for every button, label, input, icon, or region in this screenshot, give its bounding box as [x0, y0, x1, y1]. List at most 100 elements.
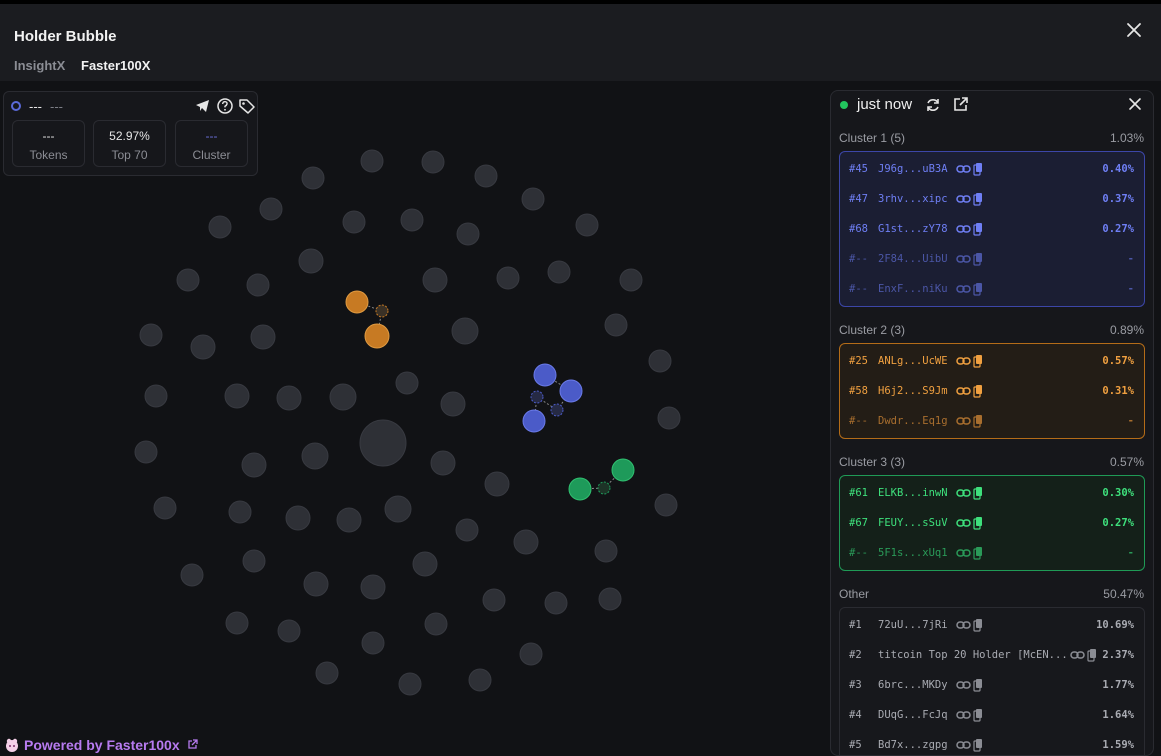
link-icon[interactable]	[956, 711, 971, 719]
holder-percent: 10.69%	[1096, 619, 1134, 631]
holder-address[interactable]: Dwdr...Eq1g	[878, 415, 948, 427]
holder-address[interactable]: ANLg...UcWE	[878, 355, 948, 367]
row-actions	[956, 385, 982, 398]
copy-icon[interactable]	[973, 487, 982, 500]
close-icon[interactable]	[1124, 20, 1144, 40]
holder-color-dot	[11, 101, 21, 111]
holder-address[interactable]: EnxF...niKu	[878, 283, 948, 295]
holder-percent: 0.31%	[1102, 385, 1134, 397]
holder-percent: -	[1127, 283, 1134, 295]
copy-icon[interactable]	[973, 385, 982, 398]
link-icon[interactable]	[956, 387, 971, 395]
holder-address[interactable]: 2F84...UibU	[878, 253, 948, 265]
holder-address[interactable]: ELKB...inwN	[878, 487, 948, 499]
holder-rank: #67	[849, 517, 868, 529]
holder-address[interactable]: titcoin Top 20 Holder [McEN...	[878, 649, 1068, 661]
copy-icon[interactable]	[973, 547, 982, 560]
holder-row[interactable]: #68 G1st...zY78 0.27%	[840, 214, 1144, 244]
holder-address[interactable]: FEUY...sSuV	[878, 517, 948, 529]
holder-row[interactable]: #5 Bd7x...zgpg 1.59%	[840, 730, 1144, 755]
holder-row[interactable]: #47 3rhv...xipc 0.37%	[840, 184, 1144, 214]
stat-tokens-label: Tokens	[29, 148, 68, 162]
holder-row[interactable]: #4 DUqG...FcJq 1.64%	[840, 700, 1144, 730]
holder-percent: 0.37%	[1102, 193, 1134, 205]
link-icon[interactable]	[956, 489, 971, 497]
holder-address[interactable]: Bd7x...zgpg	[878, 739, 948, 751]
holder-address[interactable]: H6j2...S9Jm	[878, 385, 948, 397]
holder-row[interactable]: #25 ANLg...UcWE 0.57%	[840, 346, 1144, 376]
holder-row[interactable]: #-- EnxF...niKu -	[840, 274, 1144, 304]
link-icon[interactable]	[956, 621, 971, 629]
stat-cluster: --- Cluster	[175, 120, 248, 167]
holder-address[interactable]: 5F1s...xUq1	[878, 547, 948, 559]
link-icon[interactable]	[956, 741, 971, 749]
refresh-icon[interactable]	[925, 97, 941, 113]
external-link-icon[interactable]	[952, 96, 969, 113]
link-icon[interactable]	[956, 417, 971, 425]
modal-header: Holder Bubble InsightX Faster100X	[0, 4, 1161, 81]
copy-icon[interactable]	[973, 739, 982, 752]
link-icon[interactable]	[956, 519, 971, 527]
cluster-3-box: #61 ELKB...inwN 0.30% #67 FEUY...sSuV 0.27% #-…	[839, 475, 1145, 571]
copy-icon[interactable]	[973, 193, 982, 206]
link-icon[interactable]	[956, 357, 971, 365]
external-link-icon[interactable]	[187, 739, 198, 750]
tab-insightx[interactable]: InsightX	[14, 58, 65, 73]
holder-percent: 0.30%	[1102, 487, 1134, 499]
copy-icon[interactable]	[973, 355, 982, 368]
copy-icon[interactable]	[973, 619, 982, 632]
holder-address[interactable]: G1st...zY78	[878, 223, 948, 235]
holder-percent: -	[1127, 415, 1134, 427]
holder-address[interactable]: 6brc...MKDy	[878, 679, 948, 691]
powered-prefix: Powered by	[24, 737, 107, 753]
modal-title: Holder Bubble	[14, 28, 117, 45]
cluster-1-box: #45 J96g...uB3A 0.40% #47 3rhv...xipc 0.37% #6…	[839, 151, 1145, 307]
help-icon[interactable]	[217, 98, 233, 114]
holder-address[interactable]: 72uU...7jRi	[878, 619, 948, 631]
holder-row[interactable]: #-- 2F84...UibU -	[840, 244, 1144, 274]
tag-icon[interactable]	[239, 99, 255, 114]
link-icon[interactable]	[1070, 651, 1085, 659]
holder-row[interactable]: #3 6brc...MKDy 1.77%	[840, 670, 1144, 700]
tab-faster100x[interactable]: Faster100X	[81, 58, 150, 73]
link-icon[interactable]	[956, 549, 971, 557]
holder-row[interactable]: #-- 5F1s...xUq1 -	[840, 538, 1144, 568]
holder-address[interactable]: DUqG...FcJq	[878, 709, 948, 721]
link-icon[interactable]	[956, 195, 971, 203]
holder-row[interactable]: #-- Dwdr...Eq1g -	[840, 406, 1144, 436]
copy-icon[interactable]	[973, 679, 982, 692]
link-icon[interactable]	[956, 255, 971, 263]
copy-icon[interactable]	[973, 253, 982, 266]
copy-icon[interactable]	[973, 709, 982, 722]
holder-address[interactable]: J96g...uB3A	[878, 163, 948, 175]
link-icon[interactable]	[956, 285, 971, 293]
holder-row[interactable]: #58 H6j2...S9Jm 0.31%	[840, 376, 1144, 406]
cluster-title: Cluster 1 (5)	[839, 131, 906, 145]
copy-icon[interactable]	[973, 283, 982, 296]
holder-rank: #3	[849, 679, 862, 691]
holder-row[interactable]: #2 titcoin Top 20 Holder [McEN... 2.37%	[840, 640, 1144, 670]
link-icon[interactable]	[956, 225, 971, 233]
holder-row[interactable]: #1 72uU...7jRi 10.69%	[840, 610, 1144, 640]
powered-by[interactable]: Powered by Faster100x	[4, 737, 198, 753]
holder-percent: 1.59%	[1102, 739, 1134, 751]
copy-icon[interactable]	[973, 415, 982, 428]
holder-rank: #25	[849, 355, 868, 367]
stat-top70-label: Top 70	[111, 148, 148, 162]
copy-icon[interactable]	[1087, 649, 1096, 662]
telegram-icon[interactable]	[196, 100, 209, 112]
copy-icon[interactable]	[973, 223, 982, 236]
holder-row[interactable]: #61 ELKB...inwN 0.30%	[840, 478, 1144, 508]
copy-icon[interactable]	[973, 163, 982, 176]
copy-icon[interactable]	[973, 517, 982, 530]
holder-address[interactable]: 3rhv...xipc	[878, 193, 948, 205]
holder-row[interactable]: #67 FEUY...sSuV 0.27%	[840, 508, 1144, 538]
holder-row[interactable]: #45 J96g...uB3A 0.40%	[840, 154, 1144, 184]
link-icon[interactable]	[956, 165, 971, 173]
link-icon[interactable]	[956, 681, 971, 689]
holder-percent: 1.77%	[1102, 679, 1134, 691]
panel-close-icon[interactable]	[1128, 97, 1142, 111]
holder-rank: #58	[849, 385, 868, 397]
powered-brand[interactable]: Faster100x	[106, 737, 179, 753]
stat-tokens-value: ---	[42, 129, 55, 143]
